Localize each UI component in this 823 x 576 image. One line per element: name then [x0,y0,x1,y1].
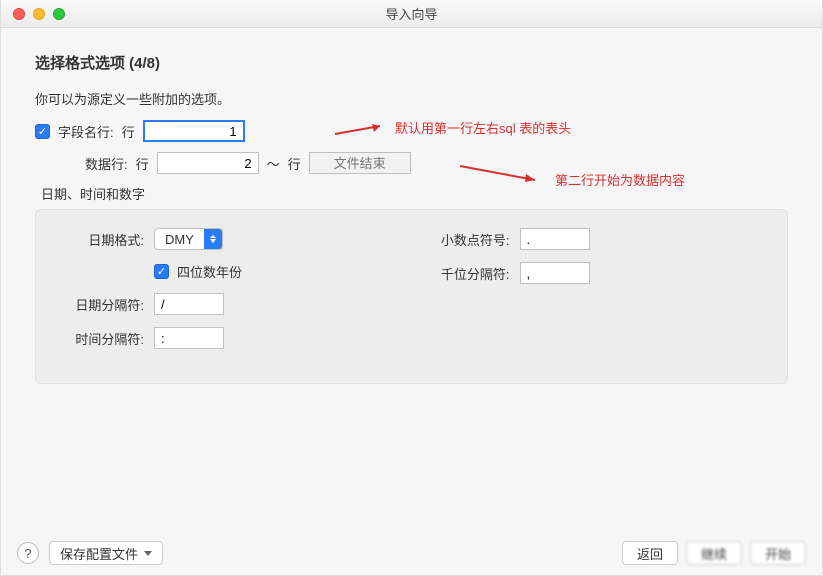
date-format-row: 日期格式: DMY [56,228,412,250]
date-separator-label: 日期分隔符: [56,295,144,314]
right-column: 小数点符号: 千位分隔符: [412,228,768,361]
field-name-row-input[interactable] [143,120,245,142]
save-config-button[interactable]: 保存配置文件 [49,541,163,565]
datetime-panel: 日期格式: DMY ✓ 四位数年份 日期分隔符: [35,209,788,384]
data-row-end-input[interactable] [309,152,411,174]
continue-button[interactable]: 继续 [686,541,742,565]
date-separator-row: 日期分隔符: [56,293,412,315]
annotation-arrow-1-icon [325,122,385,140]
help-button[interactable]: ? [17,542,39,564]
page-title: 选择格式选项 (4/8) [35,52,788,73]
four-digit-year-row: ✓ 四位数年份 [56,262,412,281]
decimal-symbol-label: 小数点符号: [412,230,510,249]
decimal-symbol-input[interactable] [520,228,590,250]
back-button[interactable]: 返回 [622,541,678,565]
row-label-1: 行 [122,122,135,141]
field-name-row-checkbox[interactable]: ✓ [35,124,50,139]
time-separator-input[interactable] [154,327,224,349]
start-button[interactable]: 开始 [750,541,806,565]
page-description: 你可以为源定义一些附加的选项。 [35,89,788,108]
annotation-arrow-2-icon [455,162,545,186]
left-column: 日期格式: DMY ✓ 四位数年份 日期分隔符: [56,228,412,361]
date-separator-input[interactable] [154,293,224,315]
row-label-2: 行 [136,154,149,173]
field-name-row: ✓ 字段名行: 行 默认用第一行左右sql 表的表头 [35,120,788,142]
range-tilde: ～ [267,154,280,173]
date-format-label: 日期格式: [56,230,144,249]
thousand-separator-input[interactable] [520,262,590,284]
footer: ? 保存配置文件 返回 继续 开始 [1,541,822,565]
date-format-select[interactable]: DMY [154,228,223,250]
row-label-3: 行 [288,154,301,173]
save-config-label: 保存配置文件 [60,544,138,563]
data-row-label: 数据行: [85,154,128,173]
annotation-text-1: 默认用第一行左右sql 表的表头 [395,118,571,137]
window-title: 导入向导 [1,4,822,23]
data-row-start-input[interactable] [157,152,259,174]
time-separator-row: 时间分隔符: [56,327,412,349]
content-area: 选择格式选项 (4/8) 你可以为源定义一些附加的选项。 ✓ 字段名行: 行 默… [1,28,822,384]
date-format-value: DMY [155,232,204,247]
data-row: 数据行: 行 ～ 行 第二行开始为数据内容 [35,152,788,174]
annotation-text-2: 第二行开始为数据内容 [555,170,685,189]
thousand-separator-row: 千位分隔符: [412,262,768,284]
decimal-symbol-row: 小数点符号: [412,228,768,250]
time-separator-label: 时间分隔符: [56,329,144,348]
import-wizard-window: 导入向导 选择格式选项 (4/8) 你可以为源定义一些附加的选项。 ✓ 字段名行… [0,0,823,576]
four-digit-year-label: 四位数年份 [177,262,242,281]
titlebar: 导入向导 [1,0,822,28]
four-digit-year-checkbox[interactable]: ✓ [154,264,169,279]
field-name-row-label: 字段名行: [58,122,114,141]
chevron-updown-icon [204,228,222,250]
chevron-down-icon [144,551,152,556]
thousand-separator-label: 千位分隔符: [412,264,510,283]
